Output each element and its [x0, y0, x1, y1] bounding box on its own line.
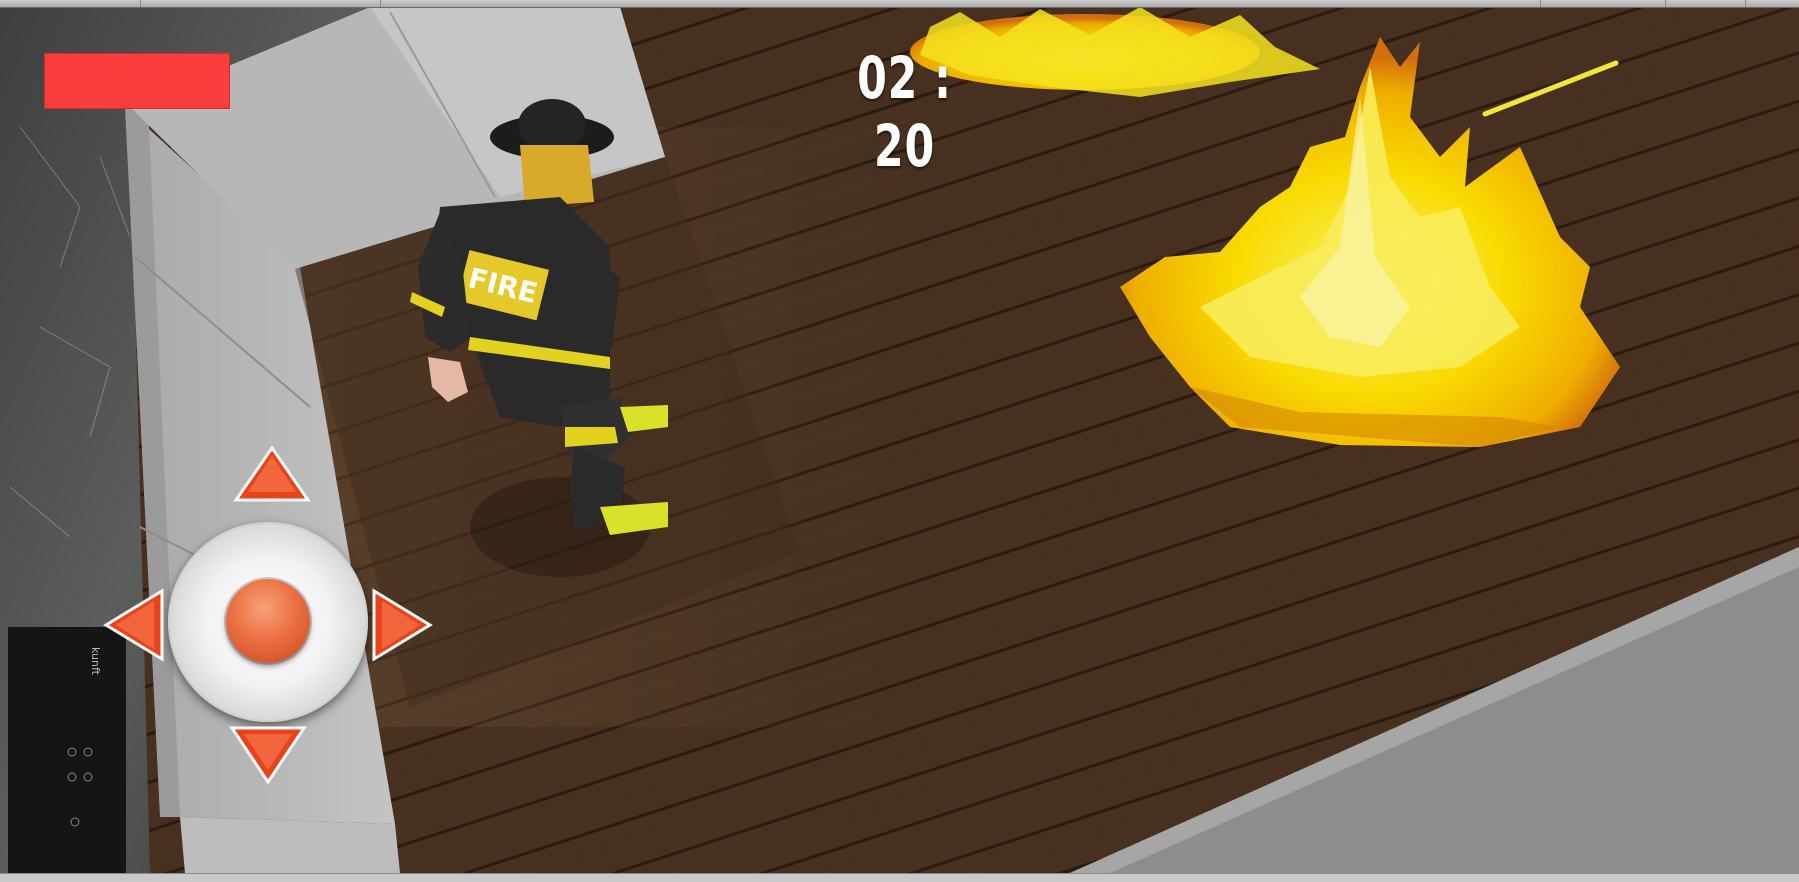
triangle-down-icon — [229, 726, 307, 785]
countdown-timer: 02 : 20 — [857, 44, 952, 180]
arrow-down-button[interactable] — [228, 720, 308, 790]
arrow-left-button[interactable] — [98, 585, 170, 665]
toolbar-divider — [140, 0, 141, 7]
arrow-right-button[interactable] — [366, 585, 438, 665]
joystick-knob[interactable] — [226, 579, 310, 663]
toolbar-divider — [1540, 0, 1541, 7]
toolbar-divider — [380, 0, 381, 7]
arrow-up-button[interactable] — [232, 440, 312, 510]
health-bar — [44, 53, 230, 109]
editor-toolbar — [0, 0, 1799, 8]
triangle-up-icon — [233, 445, 311, 502]
toolbar-divider — [1745, 0, 1746, 7]
toolbar-divider — [1665, 0, 1666, 7]
editor-bottom-bar — [0, 873, 1799, 882]
triangle-right-icon — [372, 588, 433, 662]
game-viewport: kunft FIRE 02: 20 — [0, 0, 1799, 882]
triangle-left-icon — [103, 588, 164, 662]
